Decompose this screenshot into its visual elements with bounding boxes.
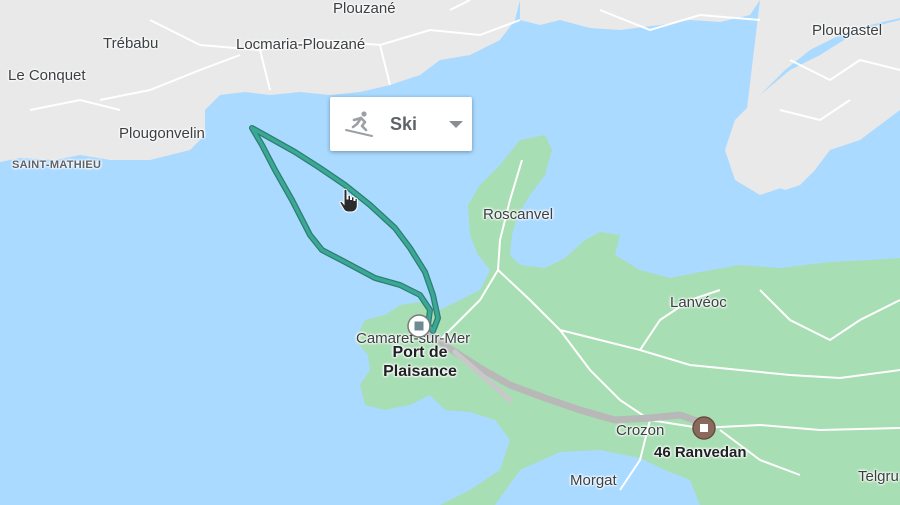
place-lanveoc: Lanvéoc <box>670 294 727 311</box>
skiing-icon <box>345 111 373 137</box>
place-plougastel: Plougastel <box>812 22 883 39</box>
place-trebabu: Trébabu <box>103 35 159 52</box>
map-base <box>0 0 900 505</box>
hand-cursor-icon <box>339 188 358 213</box>
place-crozon: Crozon <box>616 422 665 439</box>
place-le-conquet: Le Conquet <box>8 67 86 84</box>
dropdown-caret-icon[interactable] <box>449 120 464 128</box>
place-plougonvelin: Plougonvelin <box>119 125 205 142</box>
end-marker-label: 46 Ranvedan <box>654 444 747 461</box>
travel-mode-label: Ski <box>390 113 418 134</box>
map-canvas[interactable]: Plouzané Trébabu Locmaria-Plouzané Le Co… <box>0 0 900 505</box>
place-telgruc: Telgru <box>858 468 899 485</box>
place-locmaria-plouzane: Locmaria-Plouzané <box>236 36 366 53</box>
place-morgat: Morgat <box>570 472 617 489</box>
place-saint-mathieu: SAINT-MATHIEU <box>12 159 102 171</box>
start-marker[interactable] <box>405 312 433 340</box>
place-roscanvel: Roscanvel <box>483 206 554 223</box>
travel-mode-popup[interactable]: Ski <box>330 97 472 151</box>
start-marker-label: Port de Plaisance <box>383 344 457 380</box>
end-marker[interactable] <box>690 414 718 442</box>
place-plouzane: Plouzané <box>333 0 396 17</box>
